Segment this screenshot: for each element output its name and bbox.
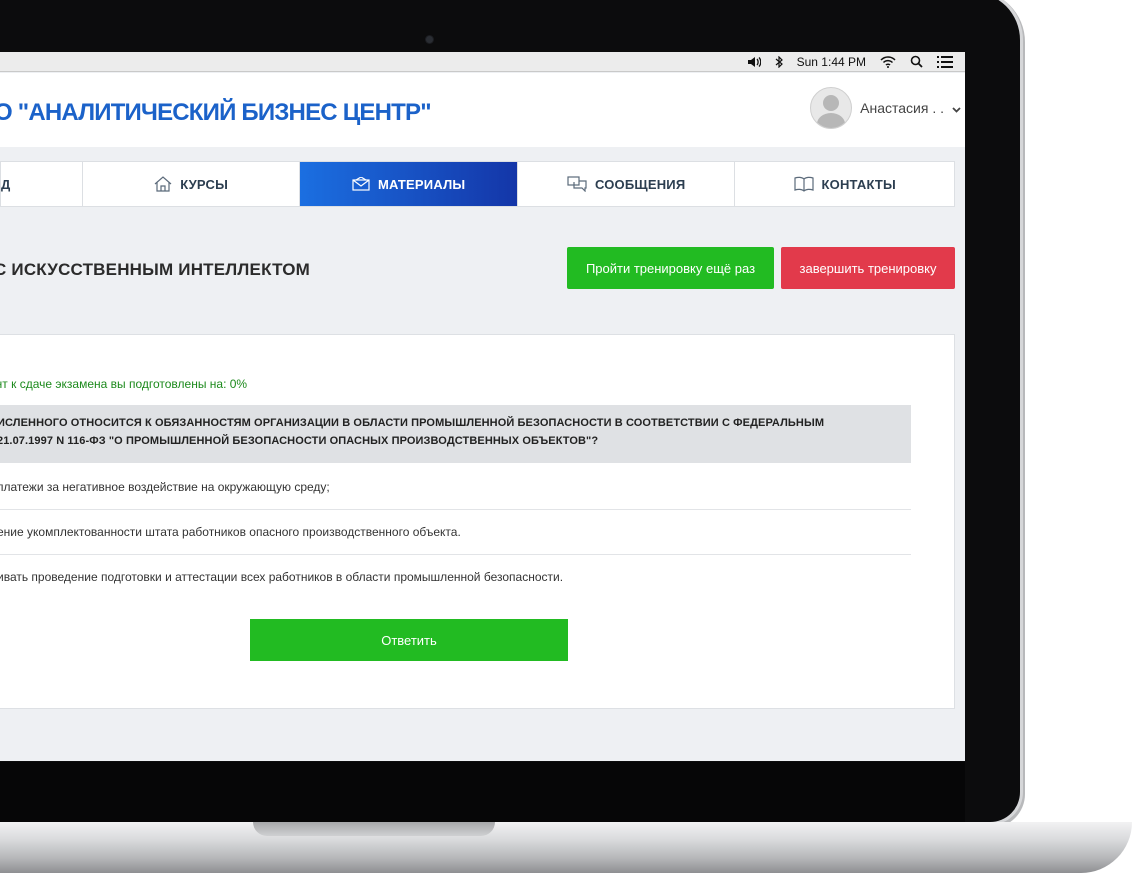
nav-item-contacts[interactable]: КОНТАКТЫ [735, 162, 954, 206]
nav-item-label: СООБЩЕНИЯ [594, 176, 686, 192]
submit-answer-button[interactable]: Ответить [250, 619, 568, 661]
macos-menubar: Sun 1:44 PM [0, 52, 965, 72]
progress-text: ент к сдаче экзамена вы подготовлены на:… [0, 377, 248, 391]
camera-dot [426, 36, 433, 43]
nav-item-label: КУРСЫ [180, 176, 228, 192]
user-name[interactable]: Анастасия . . [860, 100, 944, 116]
envelope-icon [352, 177, 370, 191]
answer-option[interactable]: платежи за негативное воздействие на окр… [0, 465, 911, 510]
screen: Sun 1:44 PM О "АНАЛИТИЧЕСКИЙ БИЗНЕС ЦЕНТ… [0, 52, 965, 761]
question-card: ент к сдаче экзамена вы подготовлены на:… [0, 334, 955, 709]
laptop-notch [253, 822, 495, 836]
site-header: О "АНАЛИТИЧЕСКИЙ БИЗНЕС ЦЕНТР" Анастасия… [0, 73, 965, 147]
question-line: 21.07.1997 N 116-ФЗ "О ПРОМЫШЛЕННОЙ БЕЗО… [0, 435, 599, 447]
main-nav: Д КУРСЫ МАТЕРИАЛЫ СООБЩЕНИЯ КОНТАКТЫ [0, 161, 955, 207]
spotlight-icon[interactable] [910, 55, 923, 68]
nav-item-label: МАТЕРИАЛЫ [377, 176, 466, 192]
laptop-base [0, 822, 1132, 873]
answer-label: ение укомплектованности штата работников… [0, 525, 461, 539]
speaker-icon[interactable] [747, 56, 761, 68]
clock-text[interactable]: Sun 1:44 PM [797, 55, 866, 69]
wifi-icon[interactable] [880, 55, 896, 68]
chat-icon [567, 176, 587, 192]
nav-item-label: Д [1, 176, 11, 192]
answer-option[interactable]: ивать проведение подготовки и аттестации… [0, 555, 911, 599]
question-text: ИСЛЕННОГО ОТНОСИТСЯ К ОБЯЗАННОСТЯМ ОРГАН… [0, 405, 911, 463]
question-line: ИСЛЕННОГО ОТНОСИТСЯ К ОБЯЗАННОСТЯМ ОРГАН… [0, 417, 825, 429]
bluetooth-icon[interactable] [775, 55, 783, 68]
page-title: С ИСКУССТВЕННЫМ ИНТЕЛЛЕКТОМ [0, 260, 311, 279]
answer-label: платежи за негативное воздействие на окр… [0, 480, 330, 494]
answer-option[interactable]: ение укомплектованности штата работников… [0, 510, 911, 555]
chevron-down-icon[interactable] [952, 100, 961, 116]
retry-training-button[interactable]: Пройти тренировку ещё раз [567, 247, 774, 289]
home-icon [154, 176, 172, 192]
bezel-bottom [0, 762, 965, 822]
book-icon [793, 176, 814, 192]
list-icon[interactable] [937, 55, 953, 68]
finish-training-button[interactable]: завершить тренировку [781, 247, 955, 289]
org-logo-text[interactable]: О "АНАЛИТИЧЕСКИЙ БИЗНЕС ЦЕНТР" [0, 99, 432, 127]
answer-label: ивать проведение подготовки и аттестации… [0, 570, 564, 584]
nav-item-messages[interactable]: СООБЩЕНИЯ [518, 162, 736, 206]
nav-item-label: КОНТАКТЫ [821, 176, 896, 192]
avatar[interactable] [810, 87, 853, 129]
nav-item-partial[interactable]: Д [1, 162, 83, 206]
nav-item-materials[interactable]: МАТЕРИАЛЫ [300, 162, 518, 206]
user-menu[interactable]: Анастасия . . [810, 87, 961, 129]
nav-item-courses[interactable]: КУРСЫ [83, 162, 301, 206]
